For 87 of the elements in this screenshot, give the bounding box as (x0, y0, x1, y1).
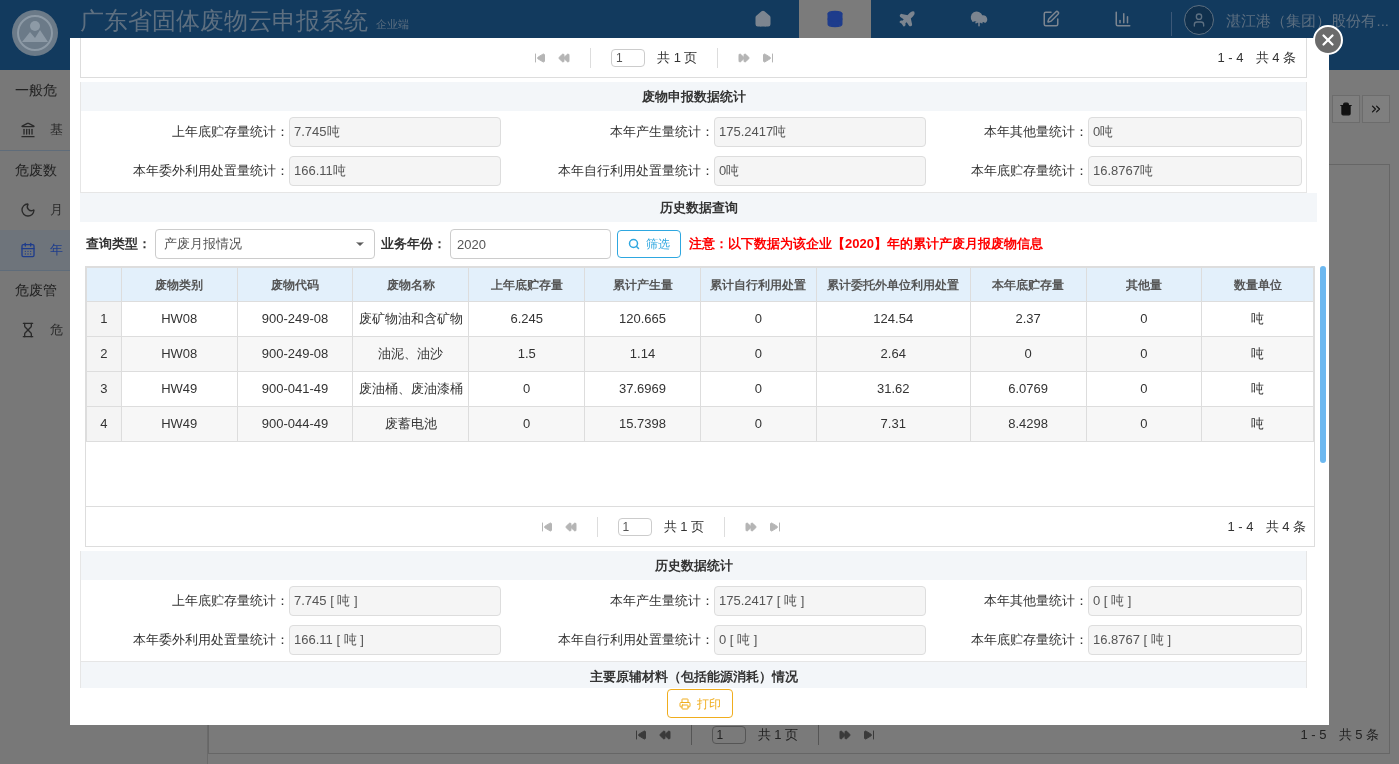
table-cell: 900-044-49 (237, 406, 353, 442)
table-cell: 15.7398 (584, 406, 701, 442)
table-cell: 900-041-49 (237, 371, 353, 407)
table-cell: 油泥、油沙 (352, 336, 469, 372)
table-cell: 7.31 (816, 406, 971, 442)
notice-text: 注意：以下数据为该企业【2020】年的累计产废月报废物信息 (689, 235, 1043, 254)
table-cell: 0 (700, 371, 817, 407)
record-range: 1 - 4 (1217, 48, 1244, 67)
table-cell: 0 (970, 336, 1086, 372)
column-header: 其他量 (1086, 267, 1202, 302)
row-number: 2 (86, 336, 122, 372)
table-cell: 37.6969 (584, 371, 701, 407)
table-cell: 900-249-08 (237, 336, 353, 372)
column-header: 累计产生量 (584, 267, 701, 302)
section-title: 主要原辅材料（包括能源消耗）情况 (589, 667, 798, 686)
record-range: 1 - 5 (1300, 726, 1327, 745)
table-cell: HW49 (121, 406, 238, 442)
table-cell: 0 (1086, 301, 1202, 337)
table-cell: 0 (1086, 371, 1202, 407)
stat-label: 本年产生量统计： (610, 592, 714, 611)
stat-label: 本年其他量统计： (984, 592, 1088, 611)
page-count: 共 1 页 (663, 517, 704, 536)
stat-label: 本年自行利用处置量统计： (558, 162, 714, 181)
column-header: 本年底贮存量 (970, 267, 1086, 302)
table-cell: 吨 (1201, 406, 1314, 442)
table-cell: 2.64 (816, 336, 971, 372)
record-total: 共 4 条 (1265, 517, 1306, 536)
table-cell: 0 (700, 301, 817, 337)
stat-label: 上年底贮存量统计： (172, 592, 289, 611)
table-cell: 0 (700, 336, 817, 372)
row-number: 4 (86, 406, 122, 442)
year-label: 业务年份： (381, 235, 446, 254)
table-cell: 124.54 (816, 301, 971, 337)
table-cell: 0 (468, 371, 585, 407)
record-range: 1 - 4 (1227, 517, 1254, 536)
column-header: 累计自行利用处置 (700, 267, 817, 302)
row-number: 3 (86, 371, 122, 407)
table-cell: 1.14 (584, 336, 701, 372)
table-cell: 0 (700, 406, 817, 442)
stat-label: 上年底贮存量统计： (172, 123, 289, 142)
table-cell: HW49 (121, 371, 238, 407)
table-cell: 120.665 (584, 301, 701, 337)
column-header: 废物名称 (352, 267, 469, 302)
stat-label: 本年底贮存量统计： (971, 631, 1088, 650)
stat-label: 本年其他量统计： (984, 123, 1088, 142)
row-number: 1 (86, 301, 122, 337)
table-cell: 0 (468, 406, 585, 442)
table-cell: 31.62 (816, 371, 971, 407)
sidebar-group: 危废管 (15, 280, 57, 301)
column-header: 废物类别 (121, 267, 238, 302)
stat-label: 本年自行利用处置量统计： (558, 631, 714, 650)
table-cell: 0 (1086, 406, 1202, 442)
app-subtitle: 企业端 (376, 17, 409, 32)
sidebar-group: 一般危 (15, 79, 57, 101)
section-title: 历史数据查询 (659, 198, 738, 217)
table-cell: 6.245 (468, 301, 585, 337)
table-cell: 废油桶、废油漆桶 (352, 371, 469, 407)
section-title: 废物申报数据统计 (641, 87, 746, 106)
stat-label: 本年底贮存量统计： (971, 162, 1088, 181)
stat-label: 本年委外利用处置量统计： (133, 631, 289, 650)
column-header: 累计委托外单位利用处置 (816, 267, 971, 302)
sidebar-group: 危废数 (15, 160, 57, 181)
stat-label: 本年委外利用处置量统计： (133, 162, 289, 181)
app-title: 广东省固体废物云申报系统 (80, 6, 368, 36)
table-cell: 吨 (1201, 301, 1314, 337)
section-title: 历史数据统计 (654, 556, 733, 575)
query-type-label: 查询类型： (86, 235, 151, 254)
stat-label: 本年产生量统计： (610, 123, 714, 142)
table-cell: 6.0769 (970, 371, 1086, 407)
table-cell: 废矿物油和含矿物 (352, 301, 469, 337)
column-header: 上年底贮存量 (468, 267, 585, 302)
page-count: 共 1 页 (657, 48, 698, 67)
record-total: 共 4 条 (1255, 48, 1296, 67)
table-cell: 900-249-08 (237, 301, 353, 337)
table-cell: 1.5 (468, 336, 585, 372)
record-total: 共 5 条 (1338, 726, 1379, 745)
column-header: 废物代码 (237, 267, 353, 302)
table-cell: 吨 (1201, 371, 1314, 407)
table-cell: 吨 (1201, 336, 1314, 372)
table-cell: HW08 (121, 301, 238, 337)
table-cell: 2.37 (970, 301, 1086, 337)
table-cell: 8.4298 (970, 406, 1086, 442)
table-cell: HW08 (121, 336, 238, 372)
table-cell: 0 (1086, 336, 1202, 372)
page-count: 共 1 页 (757, 726, 798, 745)
column-header: 数量单位 (1201, 267, 1314, 302)
table-cell: 废蓄电池 (352, 406, 469, 442)
